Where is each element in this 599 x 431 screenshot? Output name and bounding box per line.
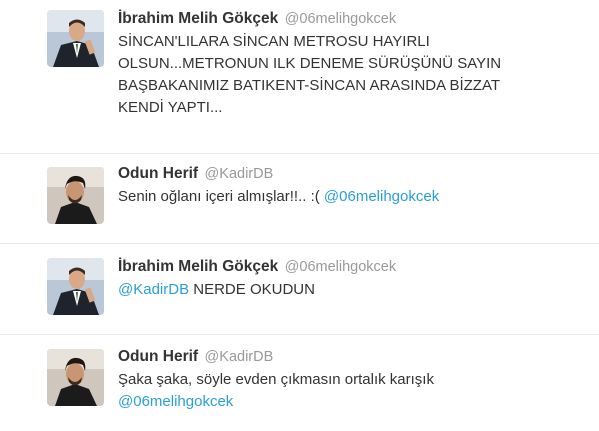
user-name[interactable]: Odun Herif [118,348,198,365]
tweet-text-line: OLSUN...METRONUN ILK DENEME SÜRÜŞÜNÜ SAY… [118,55,502,72]
mention-link[interactable]: @06melihgokcek [324,188,439,205]
young-man-avatar-icon [47,167,104,224]
tweet-body: NERDE OKUDUN [193,281,315,298]
user-name[interactable]: İbrahim Melih Gökçek [118,258,278,275]
tweet-2: Odun Herif @KadirDB Senin oğlanı içeri a… [0,154,599,242]
avatar[interactable] [47,349,104,406]
tweet-text-line: SİNCAN'LILARA SİNCAN METROSU HAYIRLI [118,33,430,50]
tweet-1: İbrahim Melih Gökçek @06melihgokcek SİNC… [0,0,599,150]
avatar[interactable] [47,258,104,315]
tweet-header: İbrahim Melih Gökçek @06melihgokcek [118,257,589,277]
user-handle[interactable]: @KadirDB [205,349,274,365]
tweet-3: İbrahim Melih Gökçek @06melihgokcek @Kad… [0,244,599,332]
mention-link[interactable]: @06melihgokcek [118,391,589,413]
tweet-text-line: KENDİ YAPTI... [118,99,223,116]
tweet-header: Odun Herif @KadirDB [118,164,589,184]
user-name[interactable]: Odun Herif [118,165,198,182]
user-handle[interactable]: @06melihgokcek [285,259,396,275]
tweet-text: SİNCAN'LILARA SİNCAN METROSU HAYIRLI OLS… [118,31,589,119]
user-handle[interactable]: @06melihgokcek [285,11,396,27]
user-name[interactable]: İbrahim Melih Gökçek [118,10,278,27]
tweet-text: @KadirDB NERDE OKUDUN [118,279,589,301]
tweet-4: Odun Herif @KadirDB Şaka şaka, söyle evd… [0,335,599,431]
mention-link[interactable]: @KadirDB [118,281,189,298]
tweet-header: İbrahim Melih Gökçek @06melihgokcek [118,9,589,29]
tweet-text: Senin oğlanı içeri almışlar!!.. :( @06me… [118,186,589,208]
tweet-text: Şaka şaka, söyle evden çıkmasın ortalık … [118,369,589,413]
avatar[interactable] [47,167,104,224]
tweet-text-line: BAŞBAKANIMIZ BATIKENT-SİNCAN ARASINDA Bİ… [118,77,501,94]
young-man-avatar-icon [47,349,104,406]
politician-avatar-icon [47,258,104,315]
avatar[interactable] [47,10,104,67]
tweet-header: Odun Herif @KadirDB [118,347,589,367]
politician-avatar-icon [47,10,104,67]
user-handle[interactable]: @KadirDB [205,166,274,182]
tweet-body: Şaka şaka, söyle evden çıkmasın ortalık … [118,371,434,388]
tweet-body: Senin oğlanı içeri almışlar!!.. :( [118,188,320,205]
